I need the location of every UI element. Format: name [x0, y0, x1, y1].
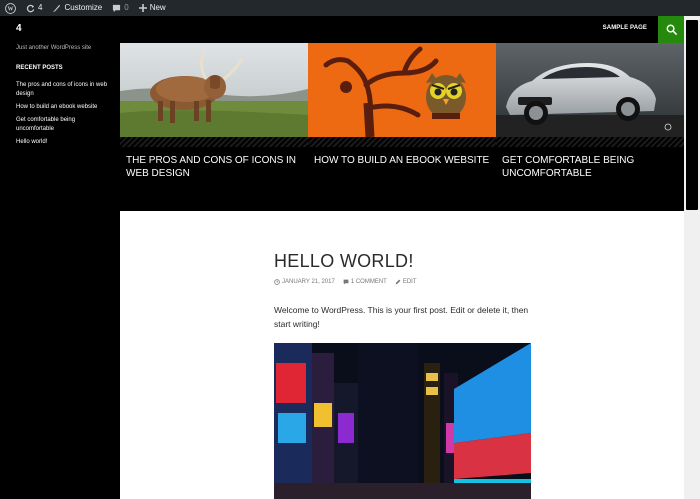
divider-pattern: [496, 137, 684, 147]
post-date-text: JANUARY 21, 2017: [282, 279, 335, 285]
scrollbar-thumb[interactable]: [686, 20, 698, 210]
post-excerpt: Welcome to WordPress. This is your first…: [274, 305, 529, 329]
recent-posts-list: The pros and cons of icons in web design…: [16, 81, 110, 151]
clock-icon: [274, 279, 280, 285]
featured-post-title[interactable]: THE PROS AND CONS OF ICONS IN WEB DESIGN: [126, 154, 302, 180]
sidebar: Just another WordPress site RECENT POSTS…: [0, 43, 120, 499]
comment-icon: [343, 279, 349, 285]
recent-posts-heading: RECENT POSTS: [16, 65, 63, 71]
search-icon: [666, 24, 677, 35]
site-title[interactable]: 4: [16, 23, 22, 34]
divider-pattern: [120, 137, 308, 147]
nav-item-sample-page[interactable]: SAMPLE PAGE: [603, 25, 647, 31]
recent-post-link[interactable]: Hello world!: [16, 138, 110, 147]
post-edit-text: EDIT: [402, 279, 417, 285]
post-edit-link[interactable]: EDIT: [395, 279, 417, 285]
updates-item[interactable]: 4: [21, 0, 47, 16]
plus-icon: [138, 4, 147, 12]
featured-content: THE PROS AND CONS OF ICONS IN WEB DESIGN: [120, 43, 684, 211]
site-tagline: Just another WordPress site: [16, 45, 92, 51]
recent-post-link[interactable]: Get comfortable being uncomfortable: [16, 116, 110, 134]
divider-pattern: [308, 137, 496, 147]
new-label: New: [149, 3, 166, 12]
featured-post-title[interactable]: HOW TO BUILD AN EBOOK WEBSITE: [314, 154, 490, 167]
recent-post-link[interactable]: How to build an ebook website: [16, 103, 110, 112]
featured-post-title[interactable]: GET COMFORTABLE BEING UNCOMFORTABLE: [502, 154, 678, 180]
search-toggle-button[interactable]: [658, 16, 684, 43]
comments-count: 0: [124, 3, 129, 12]
owl-illustration-image[interactable]: [308, 43, 496, 137]
pencil-icon: [395, 279, 401, 285]
featured-post[interactable]: THE PROS AND CONS OF ICONS IN WEB DESIGN: [120, 43, 308, 211]
brush-icon: [53, 4, 61, 12]
post-date[interactable]: JANUARY 21, 2017: [274, 279, 335, 285]
svg-text:W: W: [7, 6, 13, 12]
site-header: 4 SAMPLE PAGE: [0, 16, 684, 43]
silver-car-image[interactable]: [496, 43, 684, 137]
wordpress-logo-icon[interactable]: W: [0, 0, 21, 16]
comments-item[interactable]: 0: [107, 0, 133, 16]
refresh-icon: [26, 4, 35, 12]
admin-bar: W 4 Customize 0 New: [0, 0, 700, 16]
customize-label: Customize: [64, 3, 103, 12]
post-comments-text: 1 COMMENT: [350, 279, 387, 285]
new-content-item[interactable]: New: [134, 0, 171, 16]
featured-post[interactable]: GET COMFORTABLE BEING UNCOMFORTABLE: [496, 43, 684, 211]
highland-cow-image[interactable]: [120, 43, 308, 137]
post-meta: JANUARY 21, 2017 1 COMMENT EDIT: [274, 279, 416, 285]
main-content: HELLO WORLD! JANUARY 21, 2017 1 COMMENT …: [120, 211, 684, 499]
customize-item[interactable]: Customize: [47, 0, 107, 16]
featured-post[interactable]: HOW TO BUILD AN EBOOK WEBSITE: [308, 43, 496, 211]
recent-post-link[interactable]: The pros and cons of icons in web design: [16, 81, 110, 99]
comment-icon: [113, 4, 121, 12]
post-title[interactable]: HELLO WORLD!: [274, 251, 414, 272]
post-comments-link[interactable]: 1 COMMENT: [343, 279, 387, 285]
updates-count: 4: [38, 3, 43, 12]
times-square-image: [274, 343, 531, 499]
